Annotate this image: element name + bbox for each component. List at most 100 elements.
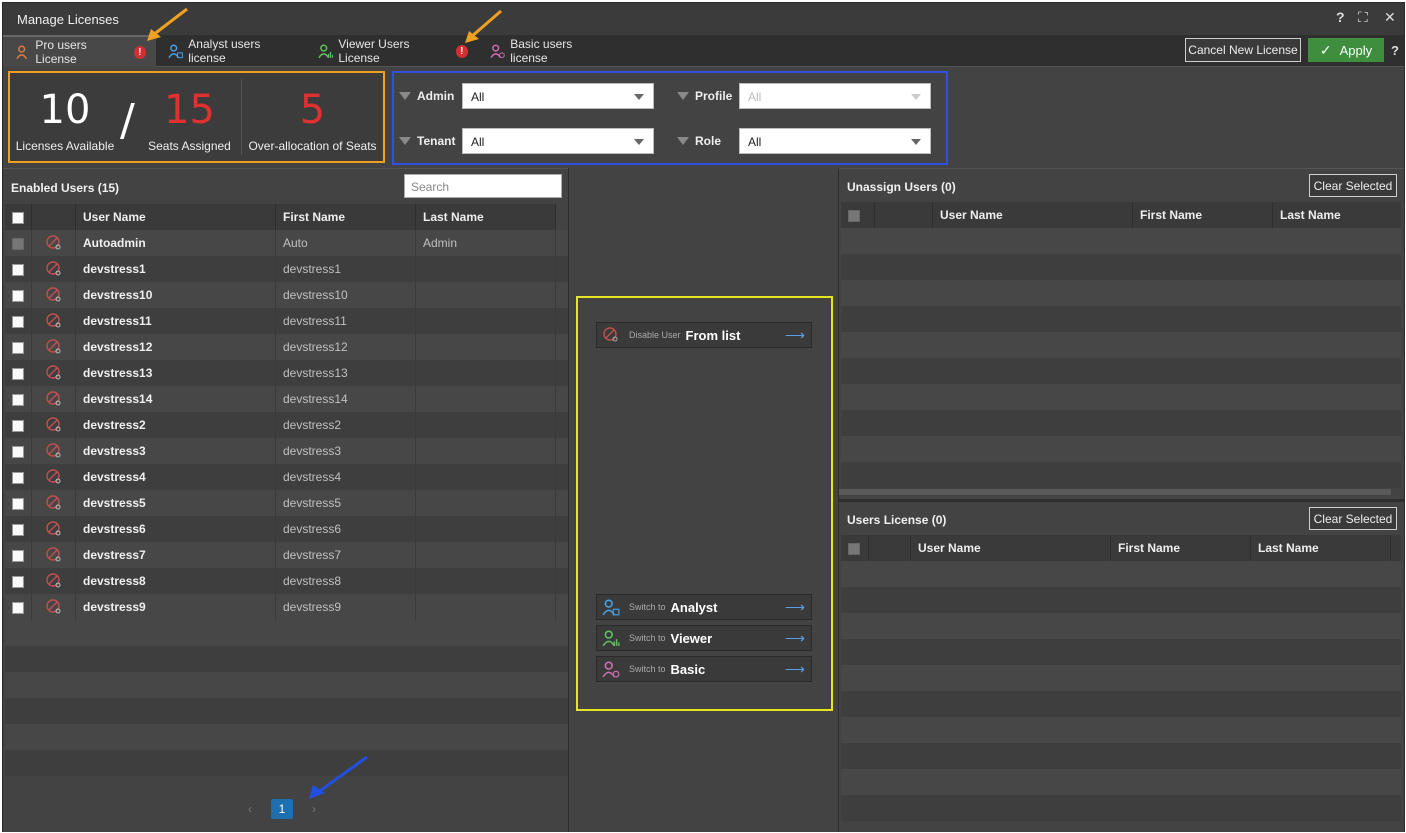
disabled-user-icon (32, 282, 76, 308)
switch-analyst-button[interactable]: Switch to Analyst ⟶ (596, 594, 812, 620)
horizontal-scrollbar[interactable] (839, 489, 1391, 495)
table-row[interactable]: devstress14 devstress14 (5, 386, 568, 412)
last-name-cell (416, 282, 556, 308)
row-checkbox[interactable] (12, 393, 24, 406)
filter-icon (399, 137, 411, 145)
table-row[interactable]: devstress5 devstress5 (5, 490, 568, 516)
row-checkbox-cell (5, 308, 32, 334)
select-all-checkbox[interactable] (848, 209, 860, 222)
prev-page-button[interactable]: ‹ (239, 799, 261, 819)
select-all-checkbox[interactable] (848, 542, 860, 555)
manage-licenses-window: Manage Licenses ? ⛶ ✕ Pro users License … (2, 2, 1405, 832)
table-row[interactable]: devstress10 devstress10 (5, 282, 568, 308)
admin-label-text: Admin (417, 89, 455, 103)
row-checkbox[interactable] (12, 497, 24, 510)
column-user-name[interactable]: User Name (911, 535, 1111, 561)
search-input[interactable]: Search (404, 174, 562, 198)
users-license-clear-selected-button[interactable]: Clear Selected (1309, 507, 1397, 530)
chevron-down-icon (634, 94, 644, 100)
tenant-select[interactable]: All (462, 128, 654, 154)
disable-user-button[interactable]: Disable User From list ⟶ (596, 322, 812, 348)
row-checkbox[interactable] (12, 237, 24, 250)
table-row[interactable]: devstress2 devstress2 (5, 412, 568, 438)
column-user-name[interactable]: User Name (76, 204, 276, 230)
empty-rows (5, 620, 568, 776)
apply-button[interactable]: ✓ Apply (1308, 38, 1384, 62)
user-name-cell: devstress2 (76, 412, 276, 438)
row-checkbox[interactable] (12, 341, 24, 354)
table-row[interactable]: devstress7 devstress7 (5, 542, 568, 568)
table-row[interactable]: Autoadmin Auto Admin (5, 230, 568, 256)
page-1-button[interactable]: 1 (271, 799, 293, 819)
disable-small-label: Disable User (629, 330, 681, 340)
column-first-name[interactable]: First Name (1133, 202, 1273, 228)
column-first-name[interactable]: First Name (1111, 535, 1251, 561)
switch-analyst-label: Analyst (670, 599, 718, 615)
user-name-cell: devstress6 (76, 516, 276, 542)
row-checkbox[interactable] (12, 471, 24, 484)
unassign-users-title: Unassign Users (0) (847, 180, 956, 194)
user-name-cell: devstress4 (76, 464, 276, 490)
filter-icon (677, 137, 689, 145)
enabled-users-header: User Name First Name Last Name (5, 204, 556, 230)
switch-basic-button[interactable]: Switch to Basic ⟶ (596, 656, 812, 682)
help-icon[interactable]: ? (1391, 43, 1399, 58)
apply-label: Apply (1339, 42, 1373, 58)
user-name-cell: devstress14 (76, 386, 276, 412)
table-row[interactable]: devstress11 devstress11 (5, 308, 568, 334)
last-name-cell: Admin (416, 230, 556, 256)
column-first-name[interactable]: First Name (276, 204, 416, 230)
profile-select[interactable]: All (739, 83, 931, 109)
user-name-cell: devstress8 (76, 568, 276, 594)
first-name-cell: devstress13 (276, 360, 416, 386)
table-row[interactable]: devstress12 devstress12 (5, 334, 568, 360)
column-last-name[interactable]: Last Name (1251, 535, 1391, 561)
license-tabs: Pro users License ! Analyst users licens… (3, 35, 1404, 67)
role-select[interactable]: All (739, 128, 931, 154)
disabled-user-icon (32, 490, 76, 516)
row-checkbox[interactable] (12, 289, 24, 302)
close-icon[interactable]: ✕ (1384, 9, 1396, 26)
row-checkbox[interactable] (12, 523, 24, 536)
column-user-name[interactable]: User Name (933, 202, 1133, 228)
unassign-empty-rows (841, 228, 1401, 488)
select-all-checkbox[interactable] (12, 211, 24, 224)
tenant-select-value: All (471, 135, 485, 149)
table-row[interactable]: devstress13 devstress13 (5, 360, 568, 386)
viewer-user-icon (318, 44, 334, 59)
row-checkbox[interactable] (12, 601, 24, 614)
switch-viewer-button[interactable]: Switch to Viewer ⟶ (596, 625, 812, 651)
licenses-available-label: Licenses Available (15, 139, 115, 153)
row-checkbox[interactable] (12, 315, 24, 328)
tab-pro-users[interactable]: Pro users License ! (3, 35, 156, 67)
tab-viewer-users[interactable]: Viewer Users License ! (306, 35, 478, 67)
cancel-new-license-button[interactable]: Cancel New License (1185, 38, 1301, 62)
table-row[interactable]: devstress3 devstress3 (5, 438, 568, 464)
table-row[interactable]: devstress9 devstress9 (5, 594, 568, 620)
last-name-cell (416, 412, 556, 438)
table-row[interactable]: devstress4 devstress4 (5, 464, 568, 490)
table-row[interactable]: devstress8 devstress8 (5, 568, 568, 594)
column-last-name[interactable]: Last Name (416, 204, 556, 230)
admin-filter-label: Admin (399, 89, 454, 103)
maximize-icon[interactable]: ⛶ (1358, 9, 1368, 26)
row-checkbox[interactable] (12, 367, 24, 380)
row-checkbox[interactable] (12, 419, 24, 432)
filters-panel: Admin All Profile All Tenant All Role Al… (392, 71, 948, 165)
column-last-name[interactable]: Last Name (1273, 202, 1401, 228)
right-panel: Unassign Users (0) Clear Selected User N… (839, 168, 1404, 832)
actions-panel: Disable User From list ⟶ Switch to Analy… (568, 168, 839, 832)
help-icon[interactable]: ? (1336, 9, 1345, 25)
table-row[interactable]: devstress6 devstress6 (5, 516, 568, 542)
row-checkbox[interactable] (12, 445, 24, 458)
row-checkbox[interactable] (12, 575, 24, 588)
table-row[interactable]: devstress1 devstress1 (5, 256, 568, 282)
unassign-clear-selected-button[interactable]: Clear Selected (1309, 174, 1397, 197)
row-checkbox[interactable] (12, 549, 24, 562)
user-name-cell: devstress1 (76, 256, 276, 282)
row-checkbox[interactable] (12, 263, 24, 276)
admin-select[interactable]: All (462, 83, 654, 109)
last-name-cell (416, 256, 556, 282)
over-allocation: 5 Over-allocation of Seats (242, 73, 383, 161)
warning-icon: ! (133, 45, 146, 59)
